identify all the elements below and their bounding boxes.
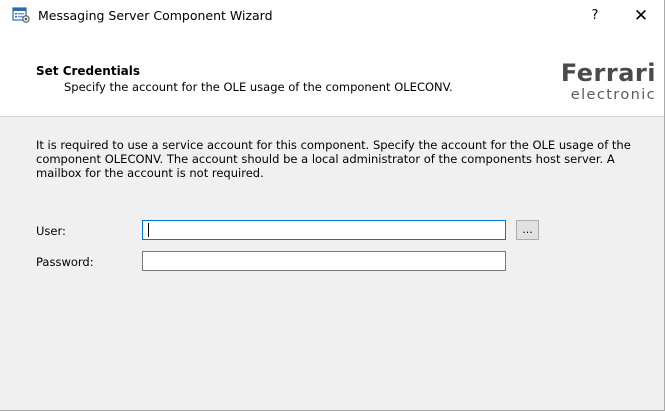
- title-bar: Messaging Server Component Wizard ? ✕: [0, 0, 664, 31]
- logo-wordmark-top: Ferrari: [560, 59, 656, 87]
- wizard-header: Set Credentials Specify the account for …: [0, 31, 664, 117]
- wizard-app-icon: [12, 7, 30, 23]
- page-title: Set Credentials: [36, 64, 141, 78]
- ferrari-electronic-logo: Ferrari electronic: [560, 55, 658, 107]
- password-label: Password:: [36, 255, 94, 269]
- close-button[interactable]: ✕: [618, 0, 664, 31]
- text-caret: [148, 223, 149, 237]
- browse-user-button[interactable]: ...: [516, 220, 539, 240]
- logo-wordmark-bottom: electronic: [570, 87, 656, 103]
- page-subtitle: Specify the account for the OLE usage of…: [64, 80, 453, 94]
- window-title: Messaging Server Component Wizard: [38, 8, 273, 23]
- help-button[interactable]: ?: [572, 0, 618, 31]
- description-text: It is required to use a service account …: [36, 138, 631, 180]
- user-field[interactable]: [142, 220, 506, 240]
- user-label: User:: [36, 224, 66, 238]
- password-field[interactable]: [142, 251, 506, 271]
- wizard-window: Messaging Server Component Wizard ? ✕ Se…: [0, 0, 665, 411]
